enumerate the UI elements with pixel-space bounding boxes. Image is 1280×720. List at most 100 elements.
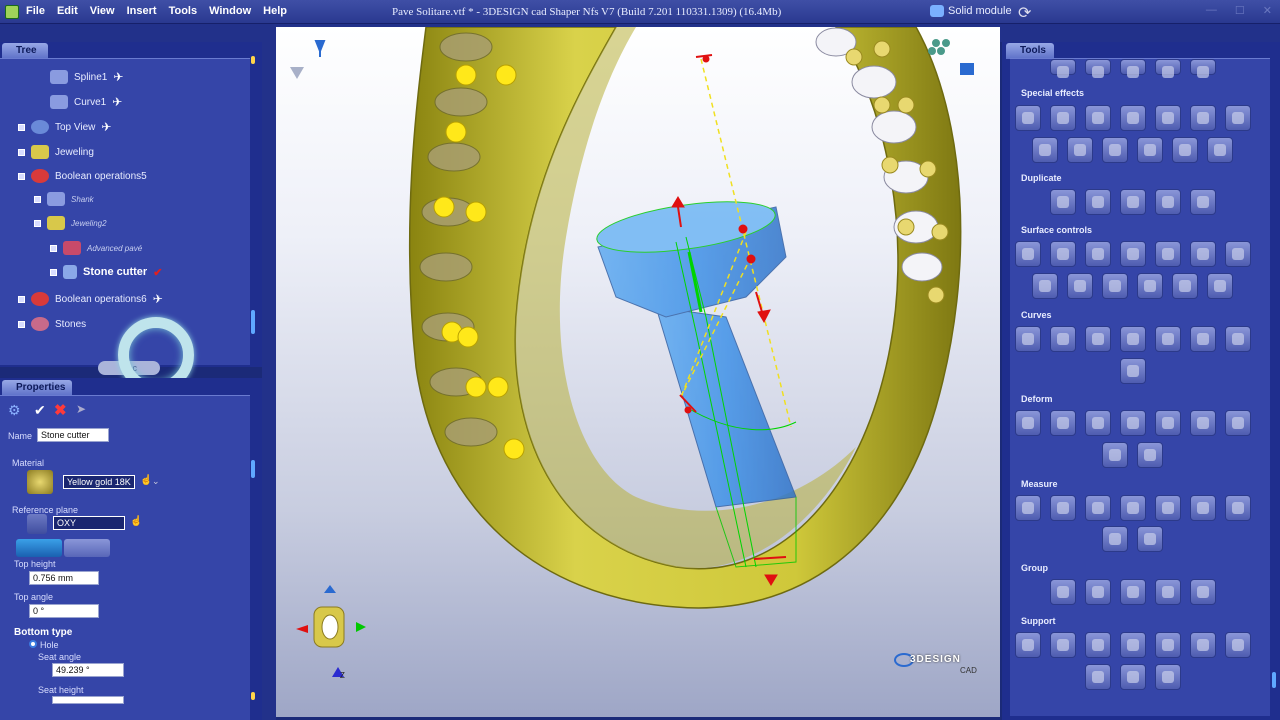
menu-view[interactable]: View bbox=[90, 5, 115, 17]
expand-icon[interactable] bbox=[18, 148, 25, 156]
tool-button[interactable] bbox=[1120, 59, 1146, 78]
hole-radio[interactable] bbox=[29, 640, 37, 648]
expand-icon[interactable] bbox=[50, 244, 57, 252]
tool-button[interactable] bbox=[1085, 105, 1111, 131]
tree-item-boolean6[interactable]: Boolean operations6 ✈ bbox=[18, 290, 163, 308]
tool-button[interactable] bbox=[1225, 495, 1251, 521]
tree-item-boolean5[interactable]: Boolean operations5 bbox=[18, 167, 147, 185]
app-icon[interactable] bbox=[5, 5, 19, 19]
tool-button[interactable] bbox=[1050, 189, 1076, 215]
tree-scrollbar[interactable] bbox=[251, 310, 255, 334]
dropdown-icon[interactable]: ⌄ bbox=[152, 476, 160, 487]
tool-button[interactable] bbox=[1172, 137, 1198, 163]
tool-button[interactable] bbox=[1120, 241, 1146, 267]
tool-button[interactable] bbox=[1050, 632, 1076, 658]
tool-button[interactable] bbox=[1155, 189, 1181, 215]
tool-button[interactable] bbox=[1085, 579, 1111, 605]
tool-button[interactable] bbox=[1155, 495, 1181, 521]
mode-toggle-b[interactable] bbox=[64, 539, 110, 557]
top-angle-field[interactable]: 0 ° bbox=[29, 604, 99, 618]
tool-button[interactable] bbox=[1050, 326, 1076, 352]
tool-button[interactable] bbox=[1102, 137, 1128, 163]
tool-button[interactable] bbox=[1207, 137, 1233, 163]
tool-button[interactable] bbox=[1050, 241, 1076, 267]
tool-button[interactable] bbox=[1137, 526, 1163, 552]
tree-item-spline1[interactable]: Spline1 ✈ bbox=[50, 68, 123, 86]
hand-icon[interactable]: ☝ bbox=[140, 475, 152, 486]
tool-button[interactable] bbox=[1032, 137, 1058, 163]
tool-button[interactable] bbox=[1137, 137, 1163, 163]
solid-module-button[interactable]: Solid module bbox=[930, 5, 1012, 17]
tool-button[interactable] bbox=[1067, 273, 1093, 299]
tool-button[interactable] bbox=[1085, 326, 1111, 352]
tool-button[interactable] bbox=[1190, 632, 1216, 658]
name-field[interactable]: Stone cutter bbox=[37, 428, 109, 442]
tool-button[interactable] bbox=[1225, 241, 1251, 267]
tree-item-curve1[interactable]: Curve1 ✈ bbox=[50, 93, 122, 111]
tool-button[interactable] bbox=[1015, 105, 1041, 131]
tool-button[interactable] bbox=[1015, 632, 1041, 658]
tool-button[interactable] bbox=[1015, 241, 1041, 267]
seat-height-field[interactable] bbox=[52, 696, 124, 704]
menu-tools[interactable]: Tools bbox=[169, 5, 198, 17]
tool-button[interactable] bbox=[1225, 410, 1251, 436]
tool-button[interactable] bbox=[1207, 273, 1233, 299]
tools-tab[interactable]: Tools bbox=[1006, 43, 1054, 59]
tool-button[interactable] bbox=[1102, 526, 1128, 552]
tool-button[interactable] bbox=[1085, 495, 1111, 521]
tool-button[interactable] bbox=[1155, 579, 1181, 605]
tool-button[interactable] bbox=[1120, 579, 1146, 605]
tool-button[interactable] bbox=[1050, 105, 1076, 131]
next-icon[interactable]: ➤ bbox=[76, 402, 86, 416]
apply-icon[interactable]: ✔ bbox=[34, 402, 46, 419]
properties-tab[interactable]: Properties bbox=[2, 380, 72, 396]
tool-button[interactable] bbox=[1190, 326, 1216, 352]
tool-button[interactable] bbox=[1155, 105, 1181, 131]
tool-button[interactable] bbox=[1172, 273, 1198, 299]
tree-item-advanced-pave[interactable]: Advanced pavé bbox=[50, 239, 142, 257]
tool-button[interactable] bbox=[1190, 189, 1216, 215]
plane-icon[interactable] bbox=[27, 514, 47, 534]
props-scrollbar[interactable] bbox=[251, 460, 255, 478]
maximize-icon[interactable]: ☐ bbox=[1235, 4, 1245, 17]
tool-button[interactable] bbox=[1015, 326, 1041, 352]
tree-item-jeweling[interactable]: Jeweling bbox=[18, 143, 94, 161]
menu-file[interactable]: File bbox=[26, 5, 45, 17]
menu-insert[interactable]: Insert bbox=[127, 5, 157, 17]
tool-button[interactable] bbox=[1120, 664, 1146, 690]
splitter[interactable] bbox=[262, 42, 276, 720]
material-field[interactable]: Yellow gold 18K bbox=[63, 475, 135, 489]
tool-button[interactable] bbox=[1155, 632, 1181, 658]
tool-button[interactable] bbox=[1067, 137, 1093, 163]
tool-button[interactable] bbox=[1120, 189, 1146, 215]
tool-button[interactable] bbox=[1085, 410, 1111, 436]
props-scroll-bottom[interactable] bbox=[251, 692, 255, 700]
collapse-icon[interactable] bbox=[34, 219, 41, 227]
seat-angle-field[interactable]: 49.239 ° bbox=[52, 663, 124, 677]
tool-button[interactable] bbox=[1225, 326, 1251, 352]
expand-icon[interactable] bbox=[18, 320, 25, 328]
minimize-icon[interactable]: — bbox=[1206, 4, 1217, 17]
tool-button[interactable] bbox=[1155, 664, 1181, 690]
tool-button[interactable] bbox=[1120, 358, 1146, 384]
tool-button[interactable] bbox=[1155, 410, 1181, 436]
tool-button[interactable] bbox=[1120, 410, 1146, 436]
refresh-icon[interactable]: ⟳ bbox=[1018, 3, 1031, 23]
hand-icon[interactable]: ☝ bbox=[130, 516, 142, 527]
tool-button[interactable] bbox=[1225, 105, 1251, 131]
menu-window[interactable]: Window bbox=[209, 5, 251, 17]
tree-tab[interactable]: Tree bbox=[2, 43, 48, 59]
tool-button[interactable] bbox=[1190, 495, 1216, 521]
tool-button[interactable] bbox=[1050, 495, 1076, 521]
tool-button[interactable] bbox=[1102, 273, 1128, 299]
tool-button[interactable] bbox=[1015, 495, 1041, 521]
tool-button[interactable] bbox=[1225, 632, 1251, 658]
expand-icon[interactable] bbox=[50, 268, 57, 276]
tree-scroll-top[interactable] bbox=[251, 56, 255, 64]
tool-button[interactable] bbox=[1190, 59, 1216, 78]
tree-item-top-view[interactable]: Top View ✈ bbox=[18, 118, 111, 136]
tool-button[interactable] bbox=[1155, 59, 1181, 78]
3d-viewport[interactable]: Z 3DESIGN CAD bbox=[276, 27, 1000, 717]
material-icon[interactable] bbox=[27, 470, 53, 494]
ref-plane-field[interactable]: OXY bbox=[53, 516, 125, 530]
